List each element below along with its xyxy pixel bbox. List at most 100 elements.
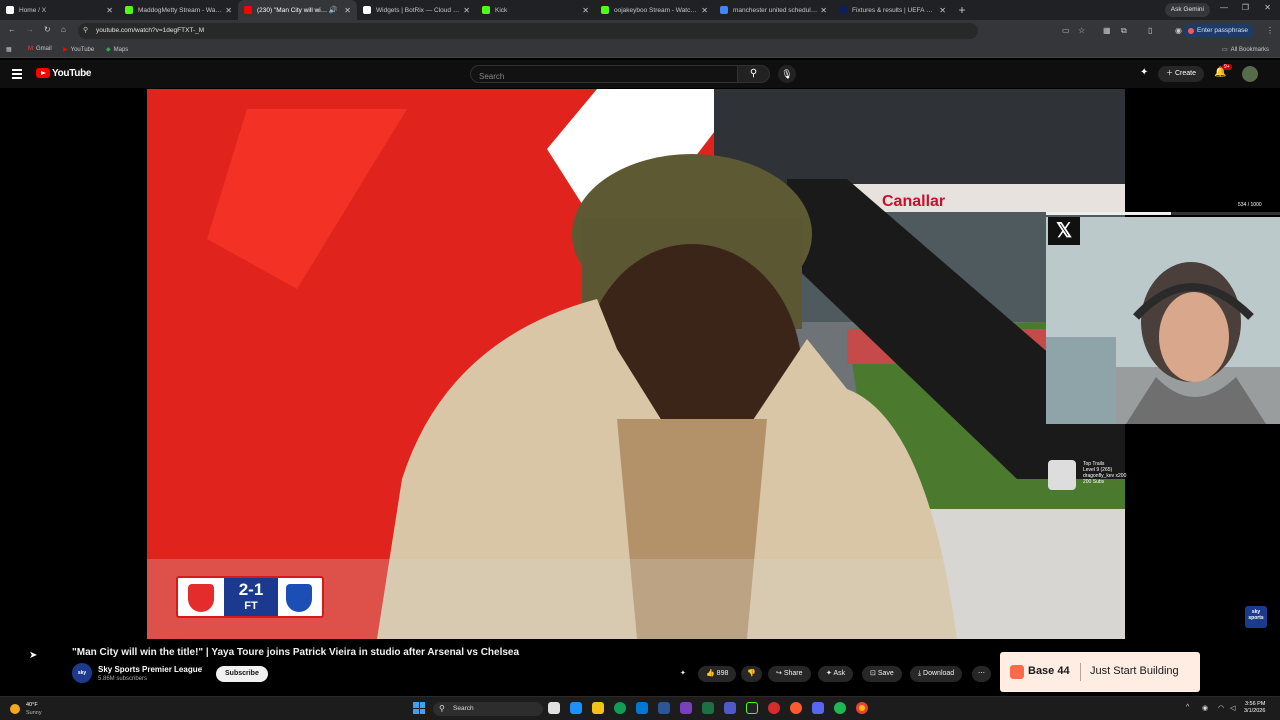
copilot-icon[interactable]: [570, 702, 582, 714]
browser-tab[interactable]: oojakeyboo Stream - Watch Liv ✕: [595, 0, 714, 20]
passphrase-button[interactable]: Enter passphrase: [1183, 24, 1254, 38]
base44-logo-icon: [1010, 665, 1024, 679]
search-input[interactable]: [471, 68, 737, 85]
menu-kebab-icon[interactable]: ⋮: [1266, 26, 1274, 35]
youtube-brand[interactable]: YouTube: [52, 68, 92, 79]
search-box[interactable]: [470, 65, 738, 85]
sparkle-icon[interactable]: ✦: [1140, 67, 1148, 78]
create-button[interactable]: ＋ Create: [1158, 66, 1204, 82]
subscribe-button[interactable]: Subscribe: [216, 666, 268, 682]
youtube-logo-icon[interactable]: [36, 68, 50, 78]
close-tab-icon[interactable]: ✕: [582, 6, 589, 15]
volume-icon[interactable]: ◁: [1230, 704, 1235, 712]
reload-icon[interactable]: ↻: [44, 25, 51, 34]
tray-chevron-icon[interactable]: ^: [1186, 704, 1189, 711]
tray-app-icon[interactable]: ◉: [1202, 704, 1208, 712]
bookmark-icon: ⊡: [870, 670, 878, 677]
new-tab-button[interactable]: +: [952, 0, 972, 20]
bookmark-maps[interactable]: ◆ Maps: [106, 46, 128, 53]
ask-button[interactable]: ✦ Ask: [818, 666, 854, 682]
close-tab-icon[interactable]: ✕: [463, 6, 470, 15]
close-tab-icon[interactable]: ✕: [820, 6, 827, 15]
close-window-icon[interactable]: ✕: [1264, 3, 1271, 12]
search-button[interactable]: ⚲: [738, 65, 770, 83]
app-red-icon[interactable]: [768, 702, 780, 714]
tab-title: Kick: [495, 6, 508, 14]
bookmark-youtube[interactable]: ▶ YouTube: [63, 46, 94, 53]
bookmark-star-icon[interactable]: ☆: [1078, 26, 1085, 35]
close-tab-icon[interactable]: ✕: [939, 6, 946, 15]
task-view-icon[interactable]: [548, 702, 560, 714]
firefox-icon[interactable]: [790, 702, 802, 714]
ad-banner[interactable]: Base 44 Just Start Building: [1000, 652, 1200, 692]
extensions-puzzle-icon[interactable]: ⧉: [1121, 26, 1127, 36]
site-info-icon[interactable]: ⚲: [83, 26, 88, 34]
more-icon: ⋯: [978, 670, 985, 677]
google-icon: [720, 6, 728, 14]
url-text: youtube.com/watch?v=1degFTXT-_M: [96, 27, 205, 34]
chelsea-crest-icon: [286, 584, 312, 612]
score-result: 2-1: [238, 580, 264, 599]
tab-title: Fixtures & results | UEFA Cham: [852, 6, 937, 14]
ad-brand: Base 44: [1028, 665, 1070, 677]
more-actions-button[interactable]: ⋯: [972, 666, 991, 682]
browser-tab[interactable]: (230) "Man City will win th 🔊 ✕: [238, 0, 357, 20]
file-explorer-icon[interactable]: [592, 702, 604, 714]
account-avatar[interactable]: [1242, 66, 1258, 82]
save-button[interactable]: ⊡ Save: [862, 666, 902, 682]
voice-search-icon[interactable]: 🎙: [778, 65, 796, 83]
browser-tab[interactable]: Widgets | BotRix — Cloud Strea ✕: [357, 0, 476, 20]
close-tab-icon[interactable]: ✕: [344, 6, 351, 15]
minimize-icon[interactable]: —: [1220, 3, 1228, 12]
browser-tab[interactable]: MaddogMetty Stream - Watch ✕: [119, 0, 238, 20]
teams-icon[interactable]: [724, 702, 736, 714]
browser-tab[interactable]: Fixtures & results | UEFA Cham ✕: [833, 0, 952, 20]
address-bar[interactable]: ⚲ youtube.com/watch?v=1degFTXT-_M: [78, 23, 978, 39]
edge-icon[interactable]: [614, 702, 626, 714]
system-clock[interactable]: 3:56 PM 3/1/2026: [1244, 701, 1265, 715]
share-button[interactable]: ↪ Share: [768, 666, 811, 682]
browser-tab[interactable]: manchester united schedule - G ✕: [714, 0, 833, 20]
spotify-icon[interactable]: [834, 702, 846, 714]
forward-icon[interactable]: →: [26, 25, 34, 34]
webcam-frame: [1046, 217, 1280, 424]
excel-icon[interactable]: [702, 702, 714, 714]
channel-name[interactable]: Sky Sports Premier League: [98, 665, 202, 674]
extension-icon[interactable]: ▦: [1103, 26, 1111, 35]
close-tab-icon[interactable]: ✕: [701, 6, 708, 15]
outlook-icon[interactable]: [636, 702, 648, 714]
video-player[interactable]: Canallar: [147, 89, 1125, 639]
sparkle-ai-icon[interactable]: ✦: [680, 666, 686, 682]
home-icon[interactable]: ⌂: [61, 25, 66, 34]
apps-grid-icon[interactable]: ▦: [6, 46, 12, 53]
back-icon[interactable]: ←: [8, 25, 16, 34]
browser-tab[interactable]: Home / X ✕: [0, 0, 119, 20]
ask-gemini-button[interactable]: Ask Gemini: [1164, 3, 1210, 17]
all-bookmarks[interactable]: ▭ All Bookmarks: [1222, 46, 1269, 53]
windows-start-icon[interactable]: [413, 702, 425, 714]
profile-icon[interactable]: ◉: [1175, 26, 1182, 35]
restore-icon[interactable]: ❐: [1242, 3, 1249, 12]
verified-icon: ✓: [198, 666, 204, 673]
wifi-icon[interactable]: ◠: [1218, 704, 1224, 712]
app-icon[interactable]: [680, 702, 692, 714]
download-button[interactable]: ⤓ Download: [910, 666, 963, 682]
dislike-button[interactable]: 👎: [741, 666, 762, 682]
tab-title: Home / X: [19, 6, 47, 14]
speaker-icon[interactable]: 🔊: [329, 6, 338, 14]
youtube-icon: [244, 6, 252, 14]
channel-avatar[interactable]: sky: [72, 663, 92, 683]
hamburger-menu-icon[interactable]: [12, 69, 22, 81]
terminal-icon[interactable]: [746, 702, 758, 714]
close-tab-icon[interactable]: ✕: [225, 6, 232, 15]
store-icon[interactable]: [658, 702, 670, 714]
discord-icon[interactable]: [812, 702, 824, 714]
bookmark-gmail[interactable]: M Gmail: [28, 46, 52, 52]
install-icon[interactable]: ▭: [1062, 26, 1070, 35]
browser-tab[interactable]: Kick ✕: [476, 0, 595, 20]
taskbar-search[interactable]: ⚲ Search: [433, 702, 543, 716]
like-button[interactable]: 👍 898: [698, 666, 737, 682]
close-tab-icon[interactable]: ✕: [106, 6, 113, 15]
side-panel-icon[interactable]: ▯: [1148, 26, 1152, 35]
chrome-icon[interactable]: [856, 702, 868, 714]
